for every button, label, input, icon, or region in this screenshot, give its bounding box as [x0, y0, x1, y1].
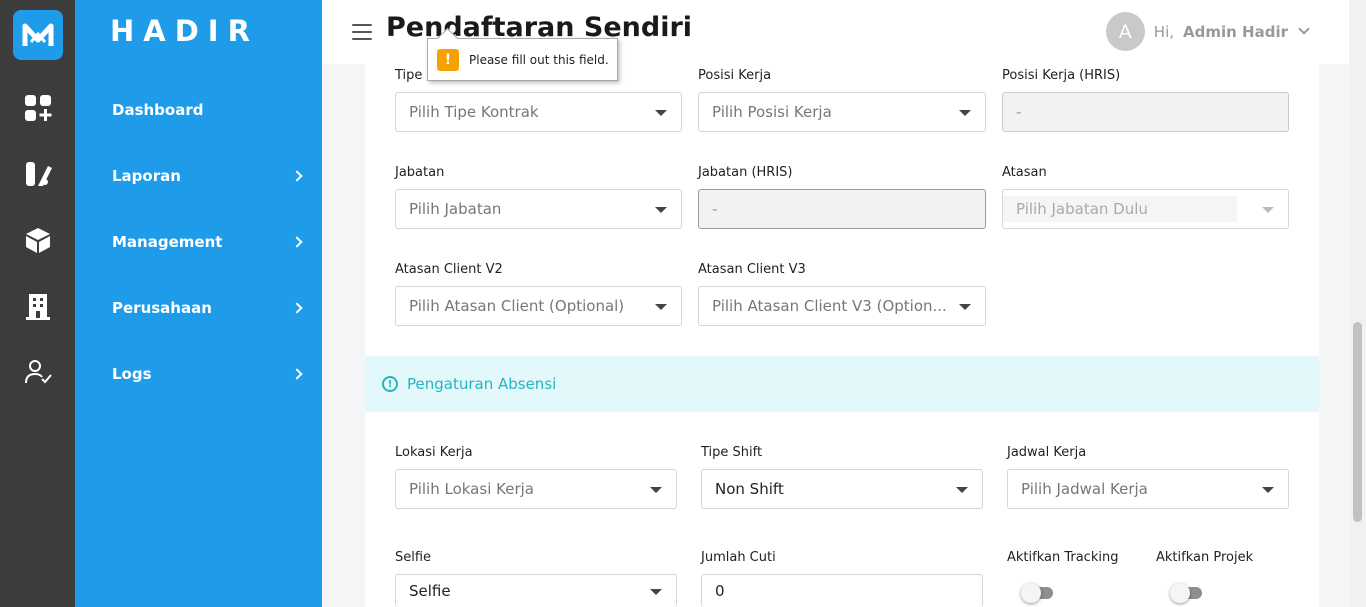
jumlah-cuti-input[interactable]: 0: [701, 574, 983, 607]
tipe-shift-select[interactable]: Non Shift: [701, 469, 983, 509]
user-name: Admin Hadir: [1183, 22, 1288, 41]
scrollbar-track[interactable]: [1349, 0, 1366, 607]
caret-down-icon: [650, 589, 662, 595]
aktifkan-projek-label: Aktifkan Projek: [1156, 550, 1254, 565]
sidebar-item-label: Logs: [112, 365, 152, 383]
jumlah-cuti-label: Jumlah Cuti: [701, 550, 776, 565]
user-check-icon[interactable]: [22, 356, 54, 388]
icon-rail: [0, 0, 75, 607]
report-icon[interactable]: [22, 158, 54, 190]
chevron-right-icon: [291, 236, 303, 248]
aktifkan-projek-toggle[interactable]: [1170, 583, 1202, 603]
chevron-right-icon: [291, 170, 303, 182]
sidebar-item-logs[interactable]: Logs: [112, 359, 307, 389]
jabatan-placeholder: Pilih Jabatan: [409, 200, 502, 218]
sidebar-item-label: Dashboard: [112, 101, 204, 119]
posisi-kerja-placeholder: Pilih Posisi Kerja: [712, 103, 832, 121]
info-circle-icon: !: [382, 376, 398, 392]
jadwal-kerja-select[interactable]: Pilih Jadwal Kerja: [1007, 469, 1289, 509]
caret-down-icon: [1262, 207, 1274, 213]
posisi-kerja-hris-label: Posisi Kerja (HRIS): [1002, 68, 1121, 83]
sidebar-item-laporan[interactable]: Laporan: [112, 161, 307, 191]
lokasi-kerja-placeholder: Pilih Lokasi Kerja: [409, 480, 534, 498]
aktifkan-tracking-toggle[interactable]: [1021, 583, 1053, 603]
tipe-shift-value: Non Shift: [715, 480, 784, 498]
jadwal-kerja-placeholder: Pilih Jadwal Kerja: [1021, 480, 1148, 498]
caret-down-icon: [959, 110, 971, 116]
atasan-placeholder: Pilih Jabatan Dulu: [1003, 196, 1237, 222]
building-icon[interactable]: [22, 290, 54, 322]
atasan-client-v2-placeholder: Pilih Atasan Client (Optional): [409, 297, 625, 315]
toggle-knob: [1021, 583, 1041, 603]
posisi-kerja-select[interactable]: Pilih Posisi Kerja: [698, 92, 986, 132]
sidebar-item-perusahaan[interactable]: Perusahaan: [112, 293, 307, 323]
dashboard-icon[interactable]: [22, 92, 54, 124]
form-card: [365, 64, 1319, 607]
scrollbar-thumb[interactable]: [1353, 322, 1362, 522]
jabatan-select[interactable]: Pilih Jabatan: [395, 189, 682, 229]
validation-tooltip: ! Please fill out this field.: [427, 38, 618, 81]
selfie-label: Selfie: [395, 550, 432, 565]
jadwal-kerja-label: Jadwal Kerja: [1007, 445, 1087, 460]
atasan-client-v3-select[interactable]: Pilih Atasan Client V3 (Option...: [698, 286, 986, 326]
warning-icon: !: [437, 48, 459, 71]
tipe-kontrak-select[interactable]: Pilih Tipe Kontrak: [395, 92, 682, 132]
lokasi-kerja-select[interactable]: Pilih Lokasi Kerja: [395, 469, 677, 509]
lokasi-kerja-label: Lokasi Kerja: [395, 445, 473, 460]
chevron-right-icon: [291, 302, 303, 314]
sidebar-item-dashboard[interactable]: Dashboard: [112, 95, 307, 125]
jabatan-hris-input: -: [698, 189, 986, 229]
selfie-value: Selfie: [409, 582, 451, 600]
chevron-right-icon: [291, 368, 303, 380]
caret-down-icon: [655, 110, 667, 116]
avatar: A: [1105, 12, 1145, 51]
hadir-logo-icon[interactable]: [13, 10, 63, 60]
atasan-label: Atasan: [1002, 165, 1047, 180]
tooltip-message: Please fill out this field.: [469, 52, 609, 67]
atasan-select[interactable]: Pilih Jabatan Dulu: [1002, 189, 1289, 229]
section-pengaturan-absensi: ! Pengaturan Absensi: [365, 356, 1319, 412]
atasan-client-v3-label: Atasan Client V3: [698, 262, 806, 277]
box-icon[interactable]: [22, 224, 54, 256]
atasan-client-v3-placeholder: Pilih Atasan Client V3 (Option...: [712, 297, 947, 315]
sidebar: HADIR Dashboard Laporan Management Perus…: [75, 0, 322, 607]
atasan-client-v2-select[interactable]: Pilih Atasan Client (Optional): [395, 286, 682, 326]
selfie-select[interactable]: Selfie: [395, 574, 677, 607]
posisi-kerja-hris-value: -: [1016, 103, 1022, 121]
tipe-shift-label: Tipe Shift: [701, 445, 763, 460]
sidebar-item-label: Laporan: [112, 167, 181, 185]
sidebar-item-label: Perusahaan: [112, 299, 212, 317]
tipe-kontrak-placeholder: Pilih Tipe Kontrak: [409, 103, 539, 121]
aktifkan-tracking-label: Aktifkan Tracking: [1007, 550, 1119, 565]
greeting-text: Hi,: [1153, 22, 1175, 41]
toggle-knob: [1170, 583, 1190, 603]
jabatan-hris-label: Jabatan (HRIS): [698, 165, 793, 180]
caret-down-icon: [655, 304, 667, 310]
jabatan-hris-value: -: [712, 200, 718, 218]
caret-down-icon: [959, 304, 971, 310]
sidebar-item-management[interactable]: Management: [112, 227, 307, 257]
chevron-down-icon: [1298, 23, 1310, 35]
brand-name: HADIR: [110, 14, 259, 48]
section-title: Pengaturan Absensi: [407, 375, 557, 393]
atasan-client-v2-label: Atasan Client V2: [395, 262, 503, 277]
jabatan-label: Jabatan: [395, 165, 445, 180]
hamburger-menu-icon[interactable]: [352, 24, 372, 40]
caret-down-icon: [655, 207, 667, 213]
caret-down-icon: [1262, 487, 1274, 493]
user-menu[interactable]: A Hi, Admin Hadir: [1105, 12, 1310, 51]
caret-down-icon: [956, 487, 968, 493]
sidebar-item-label: Management: [112, 233, 223, 251]
caret-down-icon: [650, 487, 662, 493]
jumlah-cuti-value: 0: [715, 582, 725, 600]
posisi-kerja-label: Posisi Kerja: [698, 68, 772, 83]
posisi-kerja-hris-input: -: [1002, 92, 1289, 132]
